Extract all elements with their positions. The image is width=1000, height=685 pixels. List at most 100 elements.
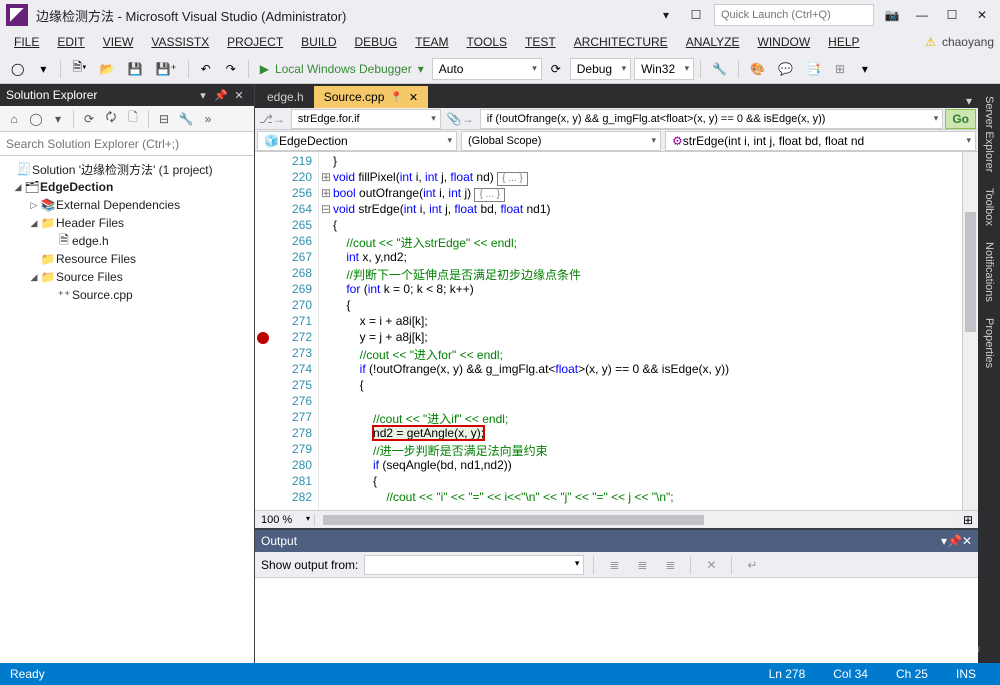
breakpoint-margin[interactable] bbox=[255, 152, 271, 510]
solution-explorer-search[interactable] bbox=[0, 132, 254, 156]
new-item-button[interactable]: 🗎▾ bbox=[67, 58, 91, 80]
panel-close-icon[interactable]: ✕ bbox=[230, 86, 248, 104]
panel-dropdown-icon[interactable]: ▾ bbox=[194, 86, 212, 104]
tool-icon-4[interactable]: 📑 bbox=[801, 58, 826, 80]
output-wrap-icon[interactable]: ↵ bbox=[741, 555, 763, 575]
tree-solution[interactable]: 🧾Solution '边缘检测方法' (1 project) bbox=[0, 160, 254, 178]
se-back-icon[interactable]: ◯ bbox=[26, 109, 46, 129]
menu-window[interactable]: WINDOW bbox=[750, 33, 819, 51]
pin-icon[interactable]: 📍 bbox=[390, 92, 402, 103]
user-badge[interactable]: ⚠chaoyang bbox=[925, 35, 994, 49]
nav-back-button[interactable]: ◯ bbox=[6, 58, 29, 80]
output-btn-2[interactable]: ≣ bbox=[631, 555, 653, 575]
redo-button[interactable]: ↷ bbox=[220, 58, 242, 80]
tool-icon-3[interactable]: 💬 bbox=[773, 58, 798, 80]
maximize-button[interactable]: ☐ bbox=[940, 3, 964, 27]
output-pin-icon[interactable]: 📌 bbox=[947, 534, 962, 548]
nav-statement-combo[interactable]: if (!outOfrange(x, y) && g_imgFlg.at<flo… bbox=[480, 109, 944, 129]
vertical-scrollbar[interactable] bbox=[962, 152, 978, 510]
menu-build[interactable]: BUILD bbox=[293, 33, 344, 51]
rail-properties[interactable]: Properties bbox=[981, 310, 997, 376]
nav-branch-icon: ⎇→ bbox=[255, 112, 289, 126]
tool-icon-1[interactable]: 🔧 bbox=[707, 58, 732, 80]
code-content[interactable]: }void fillPixel(int i, int j, float nd) … bbox=[333, 152, 962, 510]
rail-toolbox[interactable]: Toolbox bbox=[981, 180, 997, 234]
se-properties-icon[interactable]: 🔧 bbox=[176, 109, 196, 129]
nav-class-combo[interactable]: 🧊 EdgeDection bbox=[257, 131, 457, 151]
tree-resource-files[interactable]: 📁Resource Files bbox=[0, 250, 254, 268]
menu-architecture[interactable]: ARCHITECTURE bbox=[566, 33, 676, 51]
line-number-gutter: 2192202562642652662672682692702712722732… bbox=[271, 152, 319, 510]
menu-analyze[interactable]: ANALYZE bbox=[678, 33, 748, 51]
menu-edit[interactable]: EDIT bbox=[49, 33, 92, 51]
menu-vassistx[interactable]: VASSISTX bbox=[143, 33, 217, 51]
se-fwd-icon[interactable]: ▾ bbox=[48, 109, 68, 129]
output-btn-1[interactable]: ≣ bbox=[603, 555, 625, 575]
menu-help[interactable]: HELP bbox=[820, 33, 867, 51]
se-more-icon[interactable]: » bbox=[198, 109, 218, 129]
tab-source-cpp[interactable]: Source.cpp📍✕ bbox=[314, 86, 428, 108]
menu-view[interactable]: VIEW bbox=[95, 33, 142, 51]
go-button[interactable]: Go bbox=[945, 109, 976, 129]
close-button[interactable]: ✕ bbox=[970, 3, 994, 27]
config-auto-combo[interactable]: Auto bbox=[432, 58, 542, 80]
tree-source-files[interactable]: ◢📁Source Files bbox=[0, 268, 254, 286]
output-btn-3[interactable]: ≣ bbox=[659, 555, 681, 575]
code-editor[interactable]: 2192202562642652662672682692702712722732… bbox=[255, 152, 978, 510]
open-button[interactable]: 📂 bbox=[95, 58, 120, 80]
tree-header-files[interactable]: ◢📁Header Files bbox=[0, 214, 254, 232]
rail-server-explorer[interactable]: Server Explorer bbox=[981, 88, 997, 180]
start-debug-button[interactable]: ▶Local Windows Debugger▾ bbox=[255, 58, 429, 80]
tool-icon-5[interactable]: ⊞ bbox=[829, 58, 851, 80]
horizontal-scrollbar[interactable] bbox=[319, 513, 954, 527]
tree-ext-deps[interactable]: ▷📚External Dependencies bbox=[0, 196, 254, 214]
tree-edge-h[interactable]: 🗎edge.h bbox=[0, 232, 254, 250]
nav-scope-combo[interactable]: (Global Scope) bbox=[461, 131, 661, 151]
menu-project[interactable]: PROJECT bbox=[219, 33, 291, 51]
fold-column[interactable]: ⊞⊞⊟ bbox=[319, 152, 333, 510]
panel-pin-icon[interactable]: 📌 bbox=[212, 86, 230, 104]
menu-team[interactable]: TEAM bbox=[407, 33, 456, 51]
status-bar: Ready Ln 278 Col 34 Ch 25 INS bbox=[0, 663, 1000, 685]
solution-search-input[interactable] bbox=[0, 132, 254, 155]
menu-debug[interactable]: DEBUG bbox=[347, 33, 406, 51]
minimize-button[interactable]: — bbox=[910, 3, 934, 27]
tree-project[interactable]: ◢🗂EdgeDection bbox=[0, 178, 254, 196]
zoom-combo[interactable]: 100 % bbox=[255, 514, 315, 526]
nav-context-combo[interactable]: strEdge.for.if bbox=[291, 109, 441, 129]
refresh-icon[interactable]: ⟳ bbox=[545, 58, 567, 80]
tool-icon-2[interactable]: 🎨 bbox=[745, 58, 770, 80]
menu-bar: FILE EDIT VIEW VASSISTX PROJECT BUILD DE… bbox=[0, 30, 1000, 54]
quick-launch-input[interactable] bbox=[714, 4, 874, 26]
dropdown-icon[interactable]: ▾ bbox=[654, 3, 678, 27]
tree-source-cpp[interactable]: ⁺⁺Source.cpp bbox=[0, 286, 254, 304]
config-debug-combo[interactable]: Debug bbox=[570, 58, 631, 80]
save-all-button[interactable]: 💾⁺ bbox=[150, 58, 181, 80]
save-button[interactable]: 💾 bbox=[122, 58, 147, 80]
camera-icon[interactable]: 📷 bbox=[880, 3, 904, 27]
tab-edge-h[interactable]: edge.h bbox=[257, 86, 314, 108]
nav-func-combo[interactable]: ⚙ strEdge(int i, int j, float bd, float … bbox=[665, 131, 976, 151]
se-showall-icon[interactable]: 🗋 bbox=[123, 109, 143, 129]
output-toolbar: Show output from: ≣ ≣ ≣ ✕ ↵ bbox=[255, 552, 978, 578]
output-body[interactable] bbox=[255, 578, 978, 663]
tabs-dropdown-icon[interactable]: ▾ bbox=[960, 94, 978, 108]
se-collapse-icon[interactable]: ⊟ bbox=[154, 109, 174, 129]
split-icon[interactable]: ⊞ bbox=[958, 513, 978, 527]
se-refresh-icon[interactable]: ⟳ bbox=[79, 109, 99, 129]
menu-tools[interactable]: TOOLS bbox=[459, 33, 515, 51]
rail-notifications[interactable]: Notifications bbox=[981, 234, 997, 310]
nav-fwd-button[interactable]: ▾ bbox=[32, 58, 54, 80]
config-platform-combo[interactable]: Win32 bbox=[634, 58, 694, 80]
menu-file[interactable]: FILE bbox=[6, 33, 47, 51]
tab-close-icon[interactable]: ✕ bbox=[409, 91, 418, 104]
output-source-combo[interactable] bbox=[364, 555, 584, 575]
menu-test[interactable]: TEST bbox=[517, 33, 564, 51]
se-home-icon[interactable]: ⌂ bbox=[4, 109, 24, 129]
output-clear-icon[interactable]: ✕ bbox=[700, 555, 722, 575]
tool-icon-6[interactable]: ▾ bbox=[854, 58, 876, 80]
feedback-icon[interactable]: ☐ bbox=[684, 3, 708, 27]
se-sync-icon[interactable]: 🗘 bbox=[101, 109, 121, 129]
undo-button[interactable]: ↶ bbox=[195, 58, 217, 80]
output-close-icon[interactable]: ✕ bbox=[962, 534, 972, 548]
